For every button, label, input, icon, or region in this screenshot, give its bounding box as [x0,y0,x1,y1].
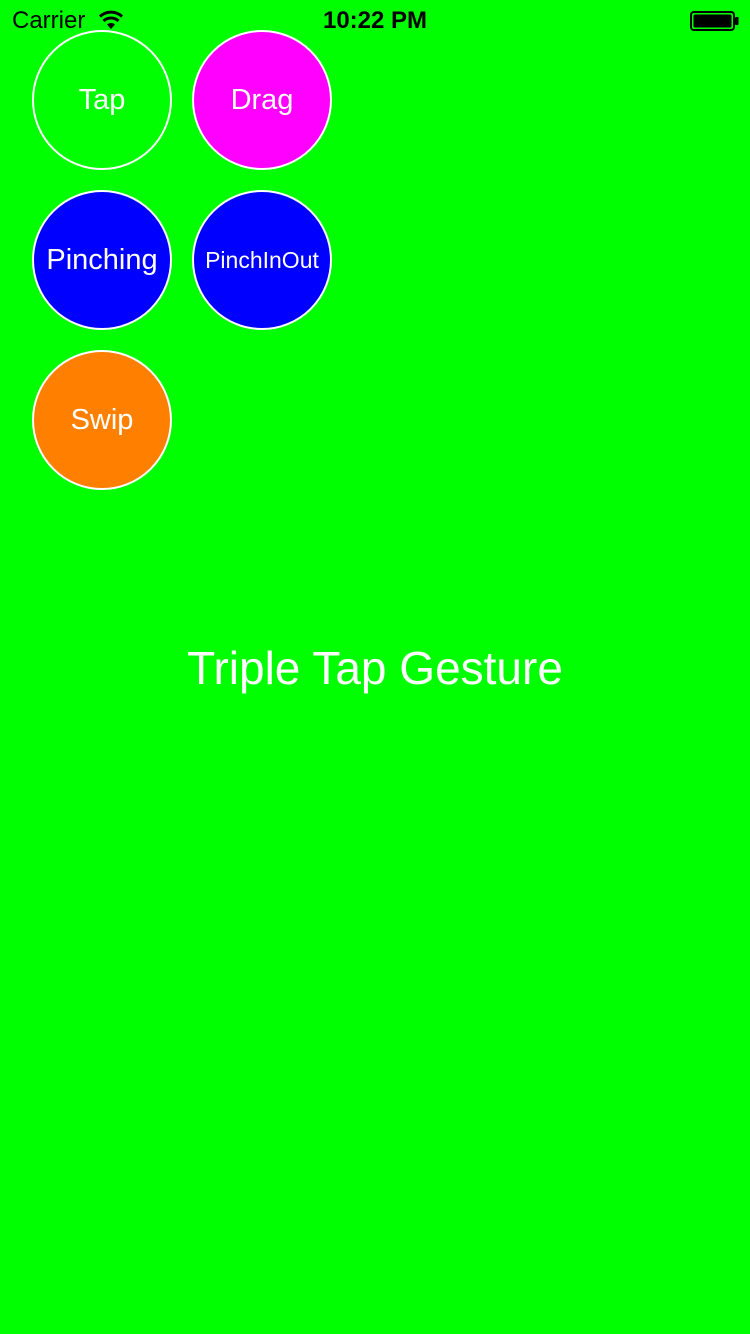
battery-icon [690,11,740,31]
pinching-button[interactable]: Pinching [32,190,172,330]
pinch-in-out-button[interactable]: PinchInOut [192,190,332,330]
swip-button[interactable]: Swip [32,350,172,490]
gesture-status-label: Triple Tap Gesture [187,642,563,694]
drag-button[interactable]: Drag [192,30,332,170]
tap-button[interactable]: Tap [32,30,172,170]
